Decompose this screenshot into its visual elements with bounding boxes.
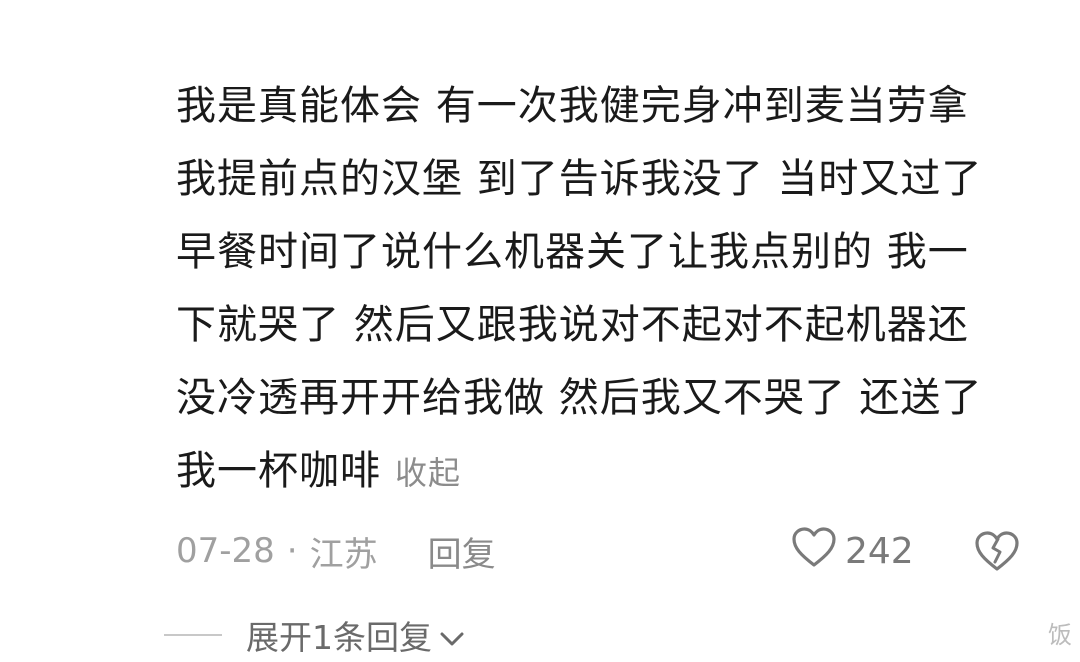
comment-location: 江苏	[309, 534, 378, 575]
reply-button[interactable]: 回复	[428, 527, 496, 576]
chevron-down-icon	[438, 618, 466, 657]
comment-meta-row: 07-28 · 江苏 回复 242	[176, 523, 1036, 579]
heart-outline-icon	[791, 526, 837, 577]
comment-line: 我是真能体会 有一次我健完身冲到麦当劳拿	[176, 83, 969, 129]
comment-line: 早餐时间了说什么机器关了让我点别的 我一	[176, 229, 969, 275]
expand-replies-label: 展开1条回复	[246, 618, 432, 657]
watermark: 饭	[1048, 621, 1072, 649]
comment-line: 下就哭了 然后又跟我说对不起对不起机器还	[176, 302, 969, 348]
dislike-button[interactable]	[974, 529, 1020, 573]
comment-line: 没冷透再开开给我做 然后我又不哭了 还送了	[176, 375, 983, 421]
like-count: 242	[845, 530, 914, 572]
comment-text: 我是真能体会 有一次我健完身冲到麦当劳拿 我提前点的汉堡 到了告诉我没了 当时又…	[176, 70, 1036, 508]
like-button[interactable]: 242	[791, 523, 914, 579]
comment-date: 07-28	[176, 531, 275, 571]
collapse-link[interactable]: 收起	[395, 454, 461, 492]
meta-separator: ·	[286, 531, 298, 571]
comment-line-text: 我一杯咖啡	[176, 448, 381, 494]
comment-line-last: 我一杯咖啡 收起	[176, 435, 1036, 508]
expand-replies-row: 展开1条回复	[164, 610, 466, 660]
broken-heart-icon	[974, 531, 1020, 582]
comment-line: 我提前点的汉堡 到了告诉我没了 当时又过了	[176, 156, 983, 202]
expand-replies-button[interactable]: 展开1条回复	[246, 611, 466, 659]
divider	[164, 634, 222, 636]
comment-block: 我是真能体会 有一次我健完身冲到麦当劳拿 我提前点的汉堡 到了告诉我没了 当时又…	[176, 70, 1036, 508]
